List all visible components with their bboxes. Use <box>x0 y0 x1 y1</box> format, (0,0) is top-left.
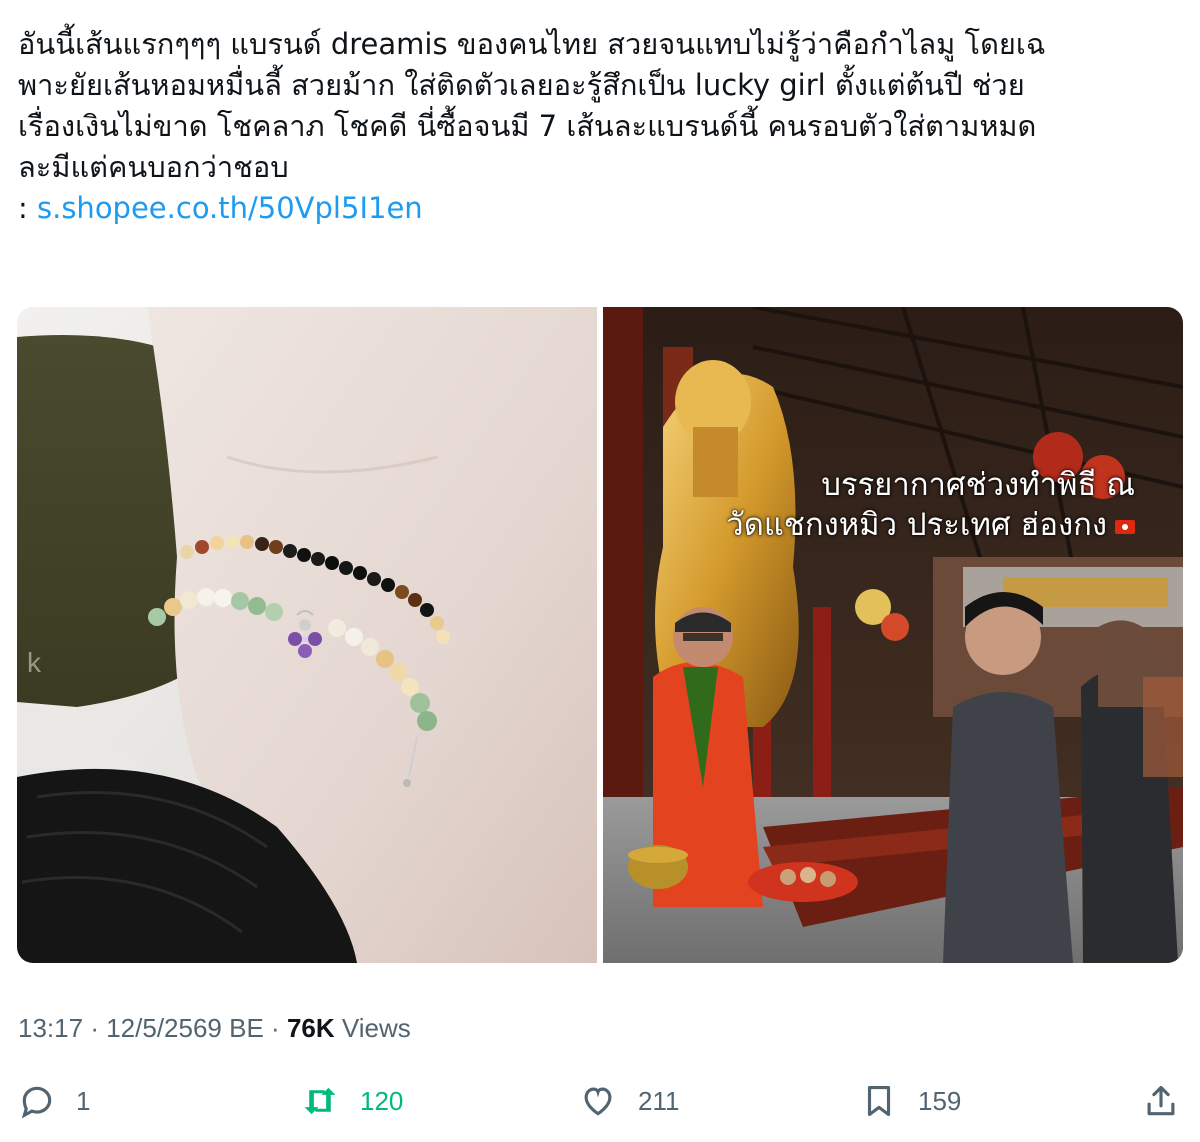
meta-separator: · <box>271 1013 280 1043</box>
retweet-button[interactable]: 120 <box>300 1076 403 1126</box>
svg-text:k: k <box>27 647 42 678</box>
media-grid: k บรรยากาศช่วงทำพิธี ณ วัดแชกงหมิว ประเท… <box>17 307 1183 963</box>
views-count: 76K <box>286 1013 335 1043</box>
bookmark-count: 159 <box>918 1085 962 1116</box>
caption-line: วัดแชกงหมิว ประเทศ ฮ่องกง <box>726 505 1135 545</box>
tweet-actions: 1 120 211 159 <box>18 1076 1180 1126</box>
tweet-text-line: ละมีแต่คนบอกว่าชอบ <box>18 150 289 184</box>
shopee-link[interactable]: s.shopee.co.th/50Vpl5I1en <box>37 191 423 225</box>
views-label: Views <box>341 1013 411 1043</box>
bracelet-photo-graphic: k <box>17 307 597 963</box>
tweet-text-line: อันนี้เส้นแรกๆๆๆ แบรนด์ dreamis ของคนไทย… <box>18 27 1046 61</box>
tweet-date[interactable]: 12/5/2569 BE <box>106 1013 264 1043</box>
tweet-text: อันนี้เส้นแรกๆๆๆ แบรนด์ dreamis ของคนไทย… <box>18 24 1188 229</box>
tweet-meta: 13:17 · 12/5/2569 BE · 76K Views <box>18 1013 411 1044</box>
reply-count: 1 <box>76 1085 91 1116</box>
caption-line: บรรยากาศช่วงทำพิธี ณ <box>821 467 1135 503</box>
hong-kong-flag-icon <box>1115 519 1135 534</box>
temple-photo-graphic <box>603 307 1183 963</box>
temple-ceremony-photo[interactable]: บรรยากาศช่วงทำพิธี ณ วัดแชกงหมิว ประเทศ … <box>603 307 1183 963</box>
retweet-icon <box>304 1087 336 1115</box>
like-button[interactable]: 211 <box>578 1076 679 1126</box>
tweet-text-line: พาะยัยเส้นหอมหมื่นลี้ สวยม้าก ใส่ติดตัวเ… <box>18 68 1025 102</box>
like-count: 211 <box>638 1085 680 1116</box>
share-button[interactable] <box>1142 1076 1180 1126</box>
bookmark-button[interactable]: 159 <box>860 1076 961 1126</box>
reply-icon <box>21 1086 52 1119</box>
heart-icon <box>584 1087 612 1116</box>
link-prefix: : <box>18 191 37 225</box>
share-icon <box>1147 1085 1175 1116</box>
link-line: : s.shopee.co.th/50Vpl5I1en <box>18 188 1188 229</box>
video-caption-overlay: บรรยากาศช่วงทำพิธี ณ วัดแชกงหมิว ประเทศ … <box>726 465 1135 545</box>
tweet-time[interactable]: 13:17 <box>18 1013 83 1043</box>
bracelet-on-wrist-photo[interactable]: k <box>17 307 597 963</box>
meta-separator: · <box>90 1013 99 1043</box>
tweet-text-line: เรื่องเงินไม่ขาด โชคลาภ โชคดี นี่ซื้อจนม… <box>18 109 1037 143</box>
caption-line-text: วัดแชกงหมิว ประเทศ ฮ่องกง <box>726 507 1107 543</box>
bookmark-icon <box>867 1085 891 1117</box>
retweet-count: 120 <box>360 1085 404 1116</box>
reply-button[interactable]: 1 <box>18 1076 90 1126</box>
